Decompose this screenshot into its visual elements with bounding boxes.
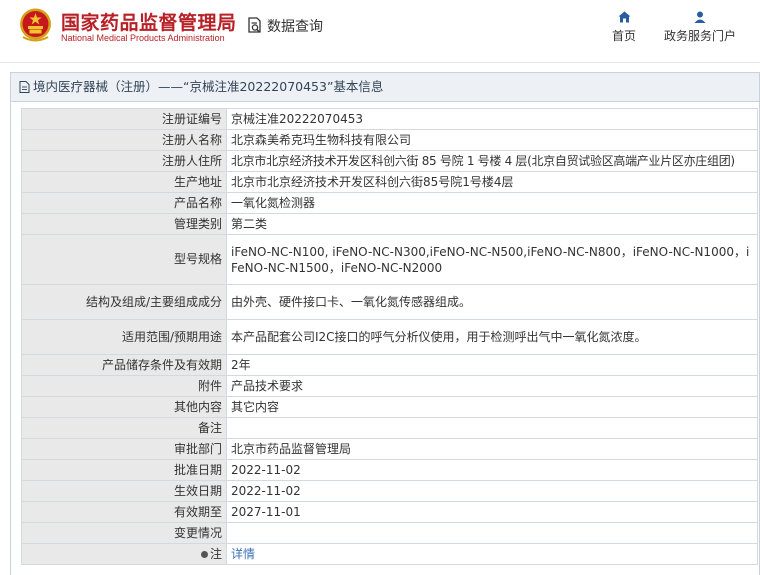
home-icon	[618, 11, 630, 23]
user-icon	[694, 11, 706, 23]
row-label: 审批部门	[21, 438, 227, 460]
national-emblem-logo	[20, 8, 51, 42]
row-label: 有效期至	[21, 501, 227, 523]
row-value: 产品技术要求	[226, 375, 758, 397]
row-label: 注册证编号	[21, 108, 227, 130]
table-row: 其他内容 其它内容	[21, 396, 758, 418]
table-row: 型号规格 iFeNO-NC-N100, iFeNO-NC-N300,iFeNO-N…	[21, 234, 758, 285]
nav-service-label: 政务服务门户	[663, 29, 736, 43]
table-row: 审批部门 北京市药品监督管理局	[21, 438, 758, 460]
row-label: 其他内容	[21, 396, 227, 418]
table-row: 变更情况	[21, 522, 758, 544]
row-value: 2022-11-02	[226, 459, 758, 481]
row-label: 注	[209, 546, 222, 561]
row-value: iFeNO-NC-N100, iFeNO-NC-N300,iFeNO-NC-N5…	[226, 234, 758, 285]
table-row: 生产地址 北京市北京经济技术开发区科创六街85号院1号楼4层	[21, 171, 758, 193]
header-divider	[0, 62, 760, 63]
row-label: 注册人名称	[21, 129, 227, 151]
row-value: 一氧化氮检测器	[226, 192, 758, 214]
row-label: 适用范围/预期用途	[21, 319, 227, 355]
table-row: 批准日期 2022-11-02	[21, 459, 758, 481]
row-value: 2027-11-01	[226, 501, 758, 523]
row-label: 变更情况	[21, 522, 227, 544]
row-label: 备注	[21, 417, 227, 439]
table-row: 生效日期 2022-11-02	[21, 480, 758, 502]
data-query-link[interactable]: 数据查询	[247, 16, 323, 36]
site-header: 国家药品监督管理局 National Medical Products Admi…	[0, 0, 760, 58]
table-row: 管理类别 第二类	[21, 213, 758, 235]
row-value: 京械注准20222070453	[226, 108, 758, 130]
row-value: 北京市药品监督管理局	[226, 438, 758, 460]
table-row: 注册证编号 京械注准20222070453	[21, 108, 758, 130]
table-row: 结构及组成/主要组成成分 由外壳、硬件接口卡、一氧化氮传感器组成。	[21, 284, 758, 320]
data-query-label: 数据查询	[267, 19, 323, 35]
details-cell: 详情	[226, 543, 758, 565]
row-value: 北京森美希克玛生物科技有限公司	[226, 129, 758, 151]
row-label: 生效日期	[21, 480, 227, 502]
row-value: 2022-11-02	[226, 480, 758, 502]
table-row: 附件 产品技术要求	[21, 375, 758, 397]
row-value: 本产品配套公司I2C接口的呼气分析仪使用，用于检测呼出气中一氧化氮浓度。	[226, 319, 758, 355]
details-link[interactable]: 详情	[231, 547, 255, 561]
table-row: 注 详情	[21, 543, 758, 565]
table-row: 适用范围/预期用途 本产品配套公司I2C接口的呼气分析仪使用，用于检测呼出气中一氧…	[21, 319, 758, 355]
row-value: 由外壳、硬件接口卡、一氧化氮传感器组成。	[226, 284, 758, 320]
row-label: 批准日期	[21, 459, 227, 481]
detail-table: 注册证编号 京械注准20222070453 注册人名称 北京森美希克玛生物科技有限公…	[21, 108, 758, 565]
panel-header: 境内医疗器械（注册）——“京械注准20222070453”基本信息	[11, 73, 759, 102]
detail-panel: 境内医疗器械（注册）——“京械注准20222070453”基本信息 注册证编号京…	[10, 72, 760, 575]
nav-service-portal-link[interactable]: 政务服务门户	[660, 11, 740, 44]
row-label: 附件	[21, 375, 227, 397]
note-label-cell: 注	[21, 543, 227, 565]
table-row: 产品储存条件及有效期 2年	[21, 354, 758, 376]
panel-title: 境内医疗器械（注册）——“京械注准20222070453”基本信息	[33, 79, 384, 94]
row-value	[226, 417, 758, 439]
row-label: 生产地址	[21, 171, 227, 193]
row-label: 管理类别	[21, 213, 227, 235]
row-label: 产品储存条件及有效期	[21, 354, 227, 376]
row-label: 结构及组成/主要组成成分	[21, 284, 227, 320]
row-label: 型号规格	[21, 234, 227, 285]
bulb-icon	[200, 550, 208, 558]
site-name-cn: 国家药品监督管理局	[61, 12, 237, 34]
row-value: 北京市北京经济技术开发区科创六街 85 号院 1 号楼 4 层(北京自贸试验区高…	[226, 150, 758, 172]
table-row: 有效期至 2027-11-01	[21, 501, 758, 523]
document-search-icon	[248, 17, 261, 33]
site-name-en: National Medical Products Administration	[61, 33, 225, 43]
nav-home-link[interactable]: 首页	[606, 11, 642, 44]
table-row: 产品名称 一氧化氮检测器	[21, 192, 758, 214]
row-value	[226, 522, 758, 544]
row-value: 北京市北京经济技术开发区科创六街85号院1号楼4层	[226, 171, 758, 193]
table-row: 注册人名称 北京森美希克玛生物科技有限公司	[21, 129, 758, 151]
document-icon	[19, 81, 30, 93]
row-value: 2年	[226, 354, 758, 376]
row-value: 第二类	[226, 213, 758, 235]
table-row: 注册人住所 北京市北京经济技术开发区科创六街 85 号院 1 号楼 4 层(北京自…	[21, 150, 758, 172]
nav-home-label: 首页	[611, 29, 636, 43]
table-row: 备注	[21, 417, 758, 439]
row-value: 其它内容	[226, 396, 758, 418]
row-label: 注册人住所	[21, 150, 227, 172]
row-label: 产品名称	[21, 192, 227, 214]
